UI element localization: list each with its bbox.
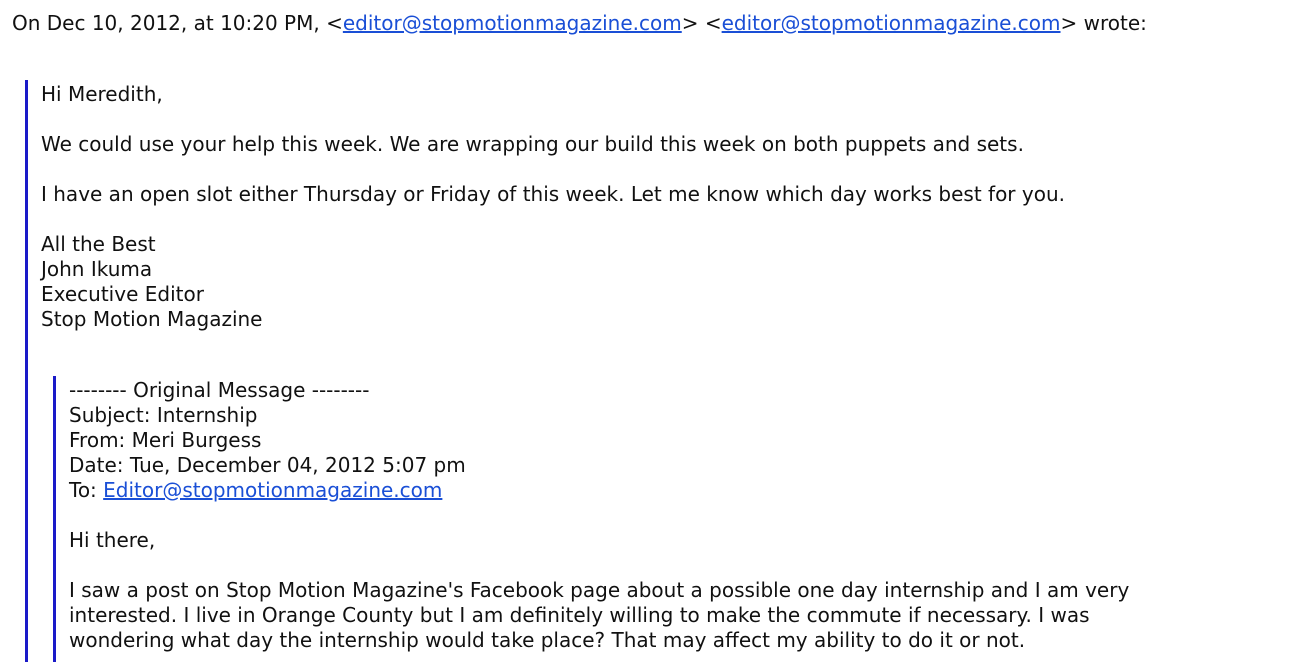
signature-title: Executive Editor [41,282,204,306]
recipient-email-link[interactable]: Editor@stopmotionmagazine.com [103,478,442,502]
original-body-line-1: I saw a post on Stop Motion Magazine's F… [69,578,1130,602]
reply-body-line-1: We could use your help this week. We are… [41,132,1024,156]
original-to-label: To: [69,478,104,502]
inner-quote-bar [53,376,56,662]
original-date: Date: Tue, December 04, 2012 5:07 pm [69,453,466,477]
reply-greeting: Hi Meredith, [41,82,163,106]
outer-quote-bar [25,80,28,662]
reply-body-line-2: I have an open slot either Thursday or F… [41,182,1065,206]
sender-email-link[interactable]: editor@stopmotionmagazine.com [343,11,682,35]
attribution-middle: > < [681,11,722,35]
signature-name: John Ikuma [41,257,153,281]
original-body-line-2: interested. I live in Orange County but … [69,603,1090,627]
original-body-line-3: wondering what day the internship would … [69,628,1026,652]
signature-company: Stop Motion Magazine [41,307,263,331]
attribution-suffix: > wrote: [1060,11,1147,35]
original-to: To: Editor@stopmotionmagazine.com [69,478,442,503]
sender-email-link-2[interactable]: editor@stopmotionmagazine.com [722,11,1061,35]
original-message-separator: -------- Original Message -------- [69,378,370,402]
original-greeting: Hi there, [69,528,156,552]
original-subject: Subject: Internship [69,403,258,427]
attribution-prefix: On Dec 10, 2012, at 10:20 PM, < [12,11,343,35]
signature-sign-off: All the Best [41,232,156,256]
original-from: From: Meri Burgess [69,428,262,452]
quote-attribution: On Dec 10, 2012, at 10:20 PM, <editor@st… [12,11,1147,36]
